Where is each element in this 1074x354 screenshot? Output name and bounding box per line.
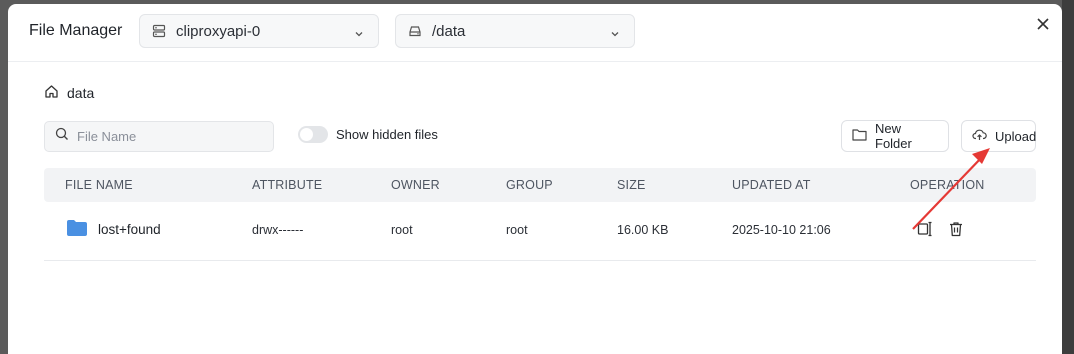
close-button[interactable] [1032, 15, 1054, 37]
file-table: FILE NAME ATTRIBUTE OWNER GROUP SIZE UPD… [44, 168, 1036, 261]
file-owner: root [391, 223, 413, 237]
new-folder-label: New Folder [875, 121, 912, 151]
home-icon [44, 84, 59, 102]
server-select[interactable]: cliproxyapi-0 [139, 14, 379, 48]
server-select-value: cliproxyapi-0 [176, 22, 261, 40]
dialog-header: File Manager cliproxyapi-0 /data [8, 4, 1062, 62]
column-header-updated-at: UPDATED AT [732, 178, 811, 192]
chevron-down-icon [354, 26, 364, 37]
close-icon [1036, 17, 1050, 36]
path-select-value: /data [432, 22, 466, 40]
background-window-edge [1062, 0, 1074, 354]
row-operations [917, 220, 965, 238]
path-select[interactable]: /data [395, 14, 635, 48]
drive-icon [408, 24, 422, 38]
column-header-owner: OWNER [391, 178, 440, 192]
file-updated-at: 2025-10-10 21:06 [732, 223, 831, 237]
breadcrumb[interactable]: data [44, 84, 94, 102]
server-icon [152, 24, 166, 38]
column-header-file-name: FILE NAME [65, 178, 133, 192]
file-name-cell[interactable]: lost+found [66, 219, 161, 240]
column-header-size: SIZE [617, 178, 646, 192]
cloud-upload-icon [972, 128, 987, 144]
show-hidden-files-label: Show hidden files [336, 127, 438, 142]
upload-button[interactable]: Upload [961, 120, 1036, 152]
file-group: root [506, 223, 528, 237]
file-name[interactable]: lost+found [98, 222, 161, 237]
search-input[interactable] [77, 129, 257, 144]
column-header-attribute: ATTRIBUTE [252, 178, 323, 192]
show-hidden-files-toggle[interactable] [298, 126, 328, 143]
show-hidden-files-control[interactable]: Show hidden files [298, 126, 438, 143]
file-attribute: drwx------ [252, 223, 304, 237]
new-folder-button[interactable]: New Folder [841, 120, 949, 152]
column-header-group: GROUP [506, 178, 553, 192]
breadcrumb-label: data [67, 85, 95, 101]
search-icon [55, 127, 69, 146]
chevron-down-icon [610, 26, 620, 37]
folder-icon [852, 128, 867, 144]
dialog-title: File Manager [29, 22, 123, 39]
table-row[interactable]: lost+found drwx------ root root 16.00 KB… [44, 202, 1036, 261]
file-manager-dialog: File Manager cliproxyapi-0 /data data Fi… [8, 4, 1062, 354]
rename-icon[interactable] [917, 220, 935, 238]
table-header: FILE NAME ATTRIBUTE OWNER GROUP SIZE UPD… [44, 168, 1036, 202]
search-box[interactable] [44, 121, 274, 152]
file-size: 16.00 KB [617, 223, 669, 237]
upload-label: Upload [995, 128, 1037, 144]
column-header-operation: OPERATION [910, 178, 985, 192]
folder-icon [66, 219, 88, 240]
trash-icon[interactable] [947, 220, 965, 238]
